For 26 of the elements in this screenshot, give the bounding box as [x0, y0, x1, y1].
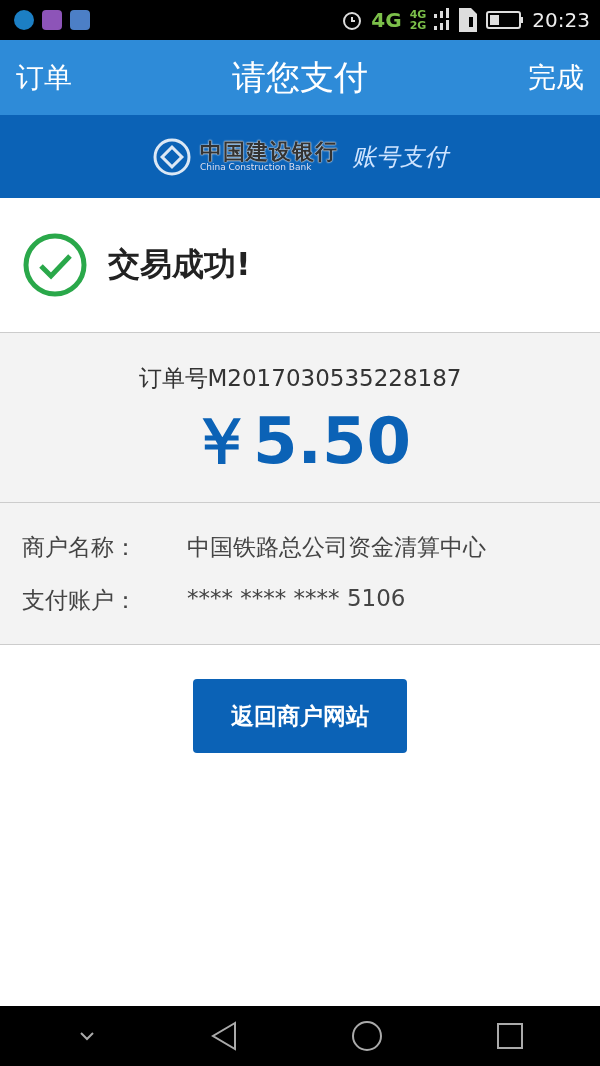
return-button[interactable]: 返回商户网站	[193, 679, 407, 753]
bank-name-english: China Construction Bank	[200, 163, 312, 172]
order-number: 订单号M2017030535228187	[138, 364, 462, 393]
recents-icon[interactable]	[495, 1022, 524, 1050]
bank-logo-icon	[152, 136, 192, 177]
battery-icon	[486, 11, 525, 29]
detail-label: 支付账户：	[22, 585, 138, 615]
detail-label: 商户名称：	[22, 532, 138, 562]
alarm-icon	[341, 9, 364, 31]
sim-card-icon	[458, 7, 479, 33]
sim-network-type: 2G	[409, 20, 427, 31]
detail-value: 中国铁路总公司资金清算中心	[187, 532, 486, 562]
clock: 20:23	[532, 8, 590, 32]
page-title: 请您支付	[232, 55, 368, 99]
signal-icon	[434, 8, 451, 32]
sim-network-type: 4G	[409, 9, 427, 20]
orders-link[interactable]: 订单	[16, 58, 72, 97]
success-message: 交易成功!	[108, 244, 251, 285]
payment-amount: ￥5.50	[189, 403, 411, 480]
done-link[interactable]: 完成	[528, 58, 584, 97]
detail-value: **** **** **** 5106	[187, 584, 406, 613]
check-circle-icon	[22, 232, 88, 298]
bank-name: 中国建设银行	[200, 141, 338, 163]
back-icon[interactable]	[209, 1021, 238, 1051]
home-icon[interactable]	[350, 1020, 383, 1052]
network-type: 4G	[371, 10, 402, 30]
